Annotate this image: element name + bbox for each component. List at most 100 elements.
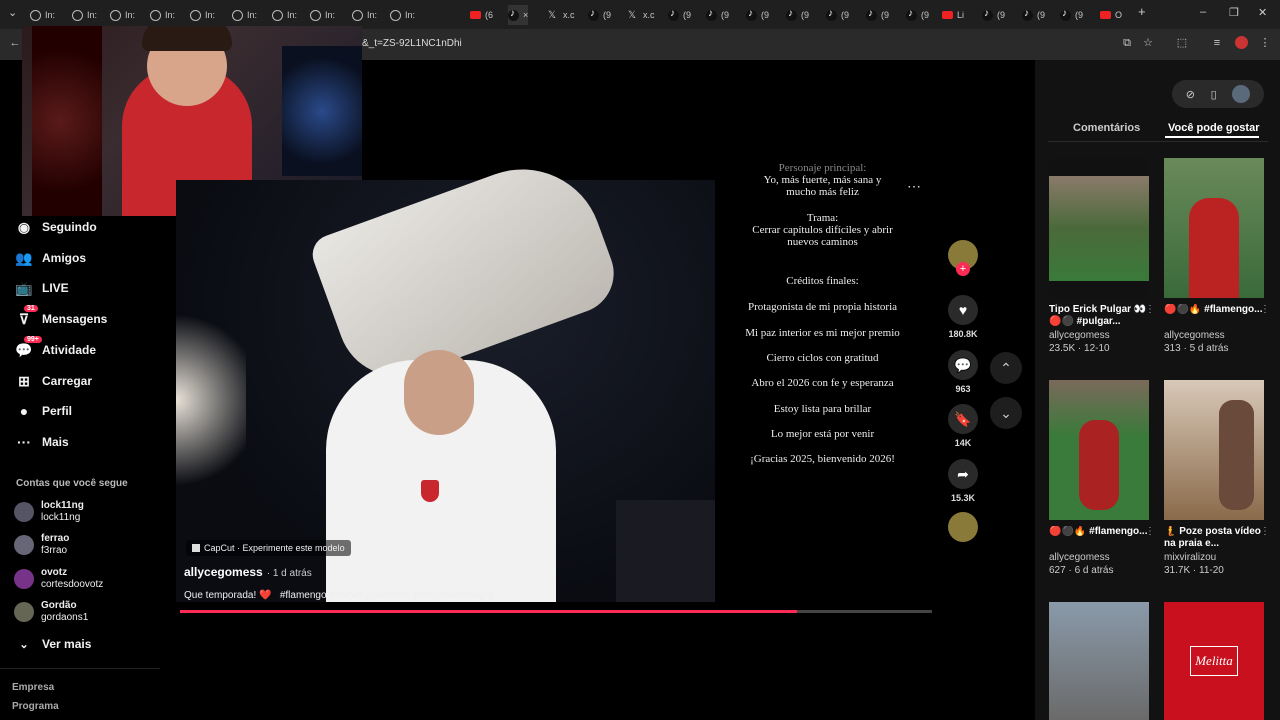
footer-link-program[interactable]: Programa bbox=[12, 701, 59, 712]
next-video-button[interactable]: ⌄ bbox=[990, 397, 1022, 429]
sidebar-item-mensagens[interactable]: ⊽ 31 Mensagens bbox=[16, 305, 107, 327]
browser-tab[interactable]: (9 bbox=[1022, 5, 1045, 25]
media-control-icon[interactable]: ≡ bbox=[1210, 36, 1224, 50]
browser-tab[interactable]: (9 bbox=[1060, 5, 1083, 25]
follow-plus-icon[interactable]: + bbox=[956, 262, 970, 276]
music-disc-button[interactable] bbox=[947, 512, 979, 542]
browser-menu-icon[interactable]: ⋮ bbox=[1258, 36, 1272, 50]
browser-tab[interactable]: (9 bbox=[826, 5, 849, 25]
followed-account[interactable]: ferrao f3rrao bbox=[14, 533, 69, 557]
phone-icon[interactable]: ▯ bbox=[1211, 88, 1217, 101]
browser-tab[interactable]: In: bbox=[72, 5, 97, 25]
browser-tab[interactable]: (6 bbox=[470, 5, 493, 25]
maximize-button[interactable]: ❐ bbox=[1229, 6, 1239, 19]
sidebar-item-mais[interactable]: ··· Mais bbox=[16, 434, 69, 450]
install-app-icon[interactable]: ⧉ bbox=[1120, 36, 1134, 50]
browser-tab[interactable]: In: bbox=[352, 5, 377, 25]
card-more-icon[interactable]: ⋮ bbox=[1260, 304, 1270, 315]
sidebar-item-carregar[interactable]: ⊞ Carregar bbox=[16, 373, 92, 389]
browser-tab[interactable]: In: bbox=[150, 5, 175, 25]
tab-list-chevron-icon[interactable]: ⌄ bbox=[8, 6, 17, 19]
suggested-card[interactable]: Tipo Erick Pulgar 👀🔴⚫ #pulgar... allyceg… bbox=[1049, 158, 1155, 354]
lyric-line: Cierro ciclos con gratitud bbox=[766, 352, 879, 364]
like-button[interactable]: ♥ 180.8K bbox=[947, 295, 979, 339]
card-title: Tipo Erick Pulgar 👀🔴⚫ #pulgar... bbox=[1049, 304, 1147, 327]
suggested-card[interactable] bbox=[1049, 602, 1149, 720]
capcut-chip[interactable]: CapCut · Experimente este modelo bbox=[186, 540, 351, 556]
tab-suggested[interactable]: Você pode gostar bbox=[1168, 122, 1259, 134]
video-progress-bar[interactable] bbox=[180, 610, 932, 613]
card-title: 🔴⚫🔥 #flamengo... bbox=[1164, 304, 1263, 315]
capcut-label: CapCut · Experimente este modelo bbox=[204, 543, 345, 553]
new-tab-button[interactable]: + bbox=[1138, 4, 1146, 19]
tab-label: In: bbox=[325, 10, 336, 20]
share-button[interactable]: ➦ 15.3K bbox=[947, 459, 979, 503]
back-icon[interactable]: ← bbox=[8, 36, 22, 50]
browser-tab[interactable]: In: bbox=[272, 5, 297, 25]
browser-tab[interactable]: × bbox=[508, 5, 529, 25]
account-names: ovotz cortesdoovotz bbox=[41, 567, 103, 591]
sidebar-item-amigos[interactable]: 👥 Amigos bbox=[15, 250, 86, 266]
card-more-icon[interactable]: ⋮ bbox=[1145, 304, 1155, 315]
browser-tab[interactable]: In: bbox=[30, 5, 55, 25]
browser-tab[interactable]: O bbox=[1100, 5, 1122, 25]
globe-icon bbox=[150, 9, 161, 21]
browser-tab[interactable]: (9 bbox=[588, 5, 611, 25]
video-player[interactable] bbox=[176, 146, 715, 602]
comment-icon: 💬 bbox=[948, 350, 978, 380]
user-avatar[interactable] bbox=[1232, 85, 1251, 103]
browser-tab[interactable]: In: bbox=[390, 5, 415, 25]
see-more-label: Ver mais bbox=[42, 637, 92, 651]
browser-tab[interactable]: (9 bbox=[668, 5, 691, 25]
tab-comments[interactable]: Comentários bbox=[1073, 122, 1140, 134]
card-more-icon[interactable]: ⋮ bbox=[1260, 526, 1270, 537]
tab-label: In: bbox=[405, 10, 416, 20]
browser-tab[interactable]: (9 bbox=[786, 5, 809, 25]
followed-account[interactable]: Gordão gordaons1 bbox=[14, 600, 88, 624]
sidebar-item-atividade[interactable]: 💬 99+ Atividade bbox=[15, 336, 96, 358]
minimize-button[interactable]: – bbox=[1200, 6, 1206, 18]
more-options-icon[interactable]: ⋯ bbox=[907, 178, 921, 195]
browser-tab[interactable]: Li bbox=[942, 5, 964, 25]
suggested-card[interactable]: 🔴⚫🔥 #flamengo... allycegomess 627 · 6 d … bbox=[1049, 380, 1155, 576]
tab-label: × bbox=[523, 10, 529, 20]
browser-tab[interactable]: 𝕏x.c bbox=[628, 5, 655, 25]
browser-tab[interactable]: 𝕏x.c bbox=[548, 5, 575, 25]
previous-video-button[interactable]: ⌃ bbox=[990, 352, 1022, 384]
video-author[interactable]: allycegomess bbox=[184, 565, 263, 579]
sidebar-item-perfil[interactable]: ● Perfil bbox=[16, 403, 72, 419]
save-button[interactable]: 🔖 14K bbox=[947, 404, 979, 448]
extensions-icon[interactable]: ⬚ bbox=[1175, 36, 1189, 50]
browser-tab[interactable]: (9 bbox=[982, 5, 1005, 25]
browser-tab[interactable]: (9 bbox=[906, 5, 929, 25]
card-more-icon[interactable]: ⋮ bbox=[1145, 526, 1155, 537]
share-count: 15.3K bbox=[950, 493, 976, 503]
browser-tab[interactable]: In: bbox=[190, 5, 215, 25]
followed-account[interactable]: ovotz cortesdoovotz bbox=[14, 567, 103, 591]
suggested-card[interactable]: Melitta bbox=[1164, 602, 1264, 720]
footer-link-company[interactable]: Empresa bbox=[12, 682, 54, 693]
sidebar-item-seguindo[interactable]: ◉ Seguindo bbox=[16, 219, 97, 235]
followed-account[interactable]: lock11ng lock11ng bbox=[14, 500, 84, 524]
tab-label: In: bbox=[125, 10, 136, 20]
browser-tab[interactable]: In: bbox=[110, 5, 135, 25]
browser-tab[interactable]: In: bbox=[310, 5, 335, 25]
browser-tab[interactable]: (9 bbox=[706, 5, 729, 25]
bookmark-star-icon[interactable]: ☆ bbox=[1141, 36, 1155, 50]
suggested-card[interactable]: 🔴⚫🔥 #flamengo... allycegomess 313 · 5 d … bbox=[1164, 158, 1270, 354]
x-icon: 𝕏 bbox=[548, 9, 557, 21]
card-meta: 31.7K · 11-20 bbox=[1164, 565, 1224, 576]
author-avatar-button[interactable]: + bbox=[947, 240, 979, 276]
see-more-button[interactable]: ⌄ Ver mais bbox=[16, 636, 91, 652]
browser-tab[interactable]: In: bbox=[232, 5, 257, 25]
profile-avatar-icon[interactable] bbox=[1234, 36, 1248, 50]
browser-tab[interactable]: (9 bbox=[866, 5, 889, 25]
url-field[interactable]: &_t=ZS-92L1NC1nDhi bbox=[362, 38, 462, 49]
comment-button[interactable]: 💬 963 bbox=[947, 350, 979, 394]
suggested-card[interactable]: 🧜 Poze posta vídeo na praia e... mixvira… bbox=[1164, 380, 1270, 576]
browser-tab[interactable]: (9 bbox=[746, 5, 769, 25]
close-window-button[interactable]: ✕ bbox=[1258, 6, 1267, 19]
compass-icon[interactable]: ⊘ bbox=[1186, 88, 1195, 101]
sidebar-item-live[interactable]: 📺 LIVE bbox=[15, 280, 68, 296]
panel-divider bbox=[1048, 141, 1268, 142]
